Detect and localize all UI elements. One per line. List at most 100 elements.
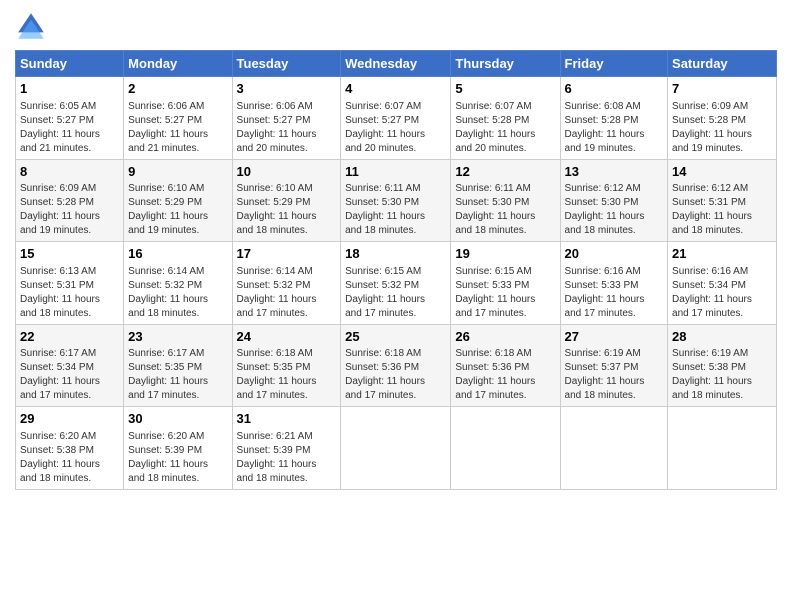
weekday-header: Friday xyxy=(560,51,668,77)
calendar-day-cell: 10Sunrise: 6:10 AM Sunset: 5:29 PM Dayli… xyxy=(232,159,341,242)
day-info: Sunrise: 6:17 AM Sunset: 5:35 PM Dayligh… xyxy=(128,347,227,403)
calendar-week-row: 15 Sunrise: 6:13 AM Sunset: 5:31 PM Dayli… xyxy=(16,242,777,325)
logo-icon xyxy=(15,10,47,42)
day-number: 3 xyxy=(237,80,337,98)
calendar-day-cell: 13Sunrise: 6:12 AM Sunset: 5:30 PM Dayli… xyxy=(560,159,668,242)
page: SundayMondayTuesdayWednesdayThursdayFrid… xyxy=(0,0,792,500)
calendar-day-cell: 17Sunrise: 6:14 AM Sunset: 5:32 PM Dayli… xyxy=(232,242,341,325)
day-info: Sunrise: 6:06 AM Sunset: 5:27 PM Dayligh… xyxy=(128,100,227,156)
day-info: Sunrise: 6:06 AM Sunset: 5:27 PM Dayligh… xyxy=(237,100,337,156)
calendar-day-cell: 9Sunrise: 6:10 AM Sunset: 5:29 PM Daylig… xyxy=(124,159,232,242)
day-info: Sunrise: 6:18 AM Sunset: 5:36 PM Dayligh… xyxy=(345,347,446,403)
calendar-day-cell xyxy=(451,407,560,490)
day-info: Sunrise: 6:07 AM Sunset: 5:28 PM Dayligh… xyxy=(455,100,555,156)
calendar-day-cell: 31 Sunrise: 6:21 AM Sunset: 5:39 PM Dayli… xyxy=(232,407,341,490)
header xyxy=(15,10,777,42)
calendar-day-cell: 6 Sunrise: 6:08 AM Sunset: 5:28 PM Daylig… xyxy=(560,77,668,160)
day-number: 1 xyxy=(20,80,119,98)
day-info: Sunrise: 6:15 AM Sunset: 5:32 PM Dayligh… xyxy=(345,265,446,321)
day-number: 10 xyxy=(237,163,337,181)
calendar-day-cell: 16Sunrise: 6:14 AM Sunset: 5:32 PM Dayli… xyxy=(124,242,232,325)
day-info: Sunrise: 6:08 AM Sunset: 5:28 PM Dayligh… xyxy=(565,100,664,156)
day-number: 2 xyxy=(128,80,227,98)
calendar-day-cell: 22Sunrise: 6:17 AM Sunset: 5:34 PM Dayli… xyxy=(16,324,124,407)
calendar-day-cell: 19 Sunrise: 6:15 AM Sunset: 5:33 PM Dayli… xyxy=(451,242,560,325)
calendar-day-cell: 14Sunrise: 6:12 AM Sunset: 5:31 PM Dayli… xyxy=(668,159,777,242)
day-number: 22 xyxy=(20,328,119,346)
weekday-header: Monday xyxy=(124,51,232,77)
day-number: 6 xyxy=(565,80,664,98)
day-info: Sunrise: 6:13 AM Sunset: 5:31 PM Dayligh… xyxy=(20,265,119,321)
day-info: Sunrise: 6:11 AM Sunset: 5:30 PM Dayligh… xyxy=(345,182,446,238)
calendar-day-cell: 11Sunrise: 6:11 AM Sunset: 5:30 PM Dayli… xyxy=(341,159,451,242)
calendar-day-cell: 7 Sunrise: 6:09 AM Sunset: 5:28 PM Daylig… xyxy=(668,77,777,160)
calendar-day-cell xyxy=(560,407,668,490)
day-info: Sunrise: 6:16 AM Sunset: 5:33 PM Dayligh… xyxy=(565,265,664,321)
day-info: Sunrise: 6:20 AM Sunset: 5:39 PM Dayligh… xyxy=(128,430,227,486)
calendar-day-cell: 24Sunrise: 6:18 AM Sunset: 5:35 PM Dayli… xyxy=(232,324,341,407)
calendar-week-row: 29 Sunrise: 6:20 AM Sunset: 5:38 PM Dayli… xyxy=(16,407,777,490)
calendar-day-cell: 5 Sunrise: 6:07 AM Sunset: 5:28 PM Daylig… xyxy=(451,77,560,160)
day-number: 11 xyxy=(345,163,446,181)
day-info: Sunrise: 6:05 AM Sunset: 5:27 PM Dayligh… xyxy=(20,100,119,156)
calendar-day-cell: 4Sunrise: 6:07 AM Sunset: 5:27 PM Daylig… xyxy=(341,77,451,160)
calendar-week-row: 8Sunrise: 6:09 AM Sunset: 5:28 PM Daylig… xyxy=(16,159,777,242)
day-number: 12 xyxy=(455,163,555,181)
day-number: 24 xyxy=(237,328,337,346)
calendar-header-row: SundayMondayTuesdayWednesdayThursdayFrid… xyxy=(16,51,777,77)
day-info: Sunrise: 6:21 AM Sunset: 5:39 PM Dayligh… xyxy=(237,430,337,486)
calendar-week-row: 22Sunrise: 6:17 AM Sunset: 5:34 PM Dayli… xyxy=(16,324,777,407)
day-info: Sunrise: 6:10 AM Sunset: 5:29 PM Dayligh… xyxy=(237,182,337,238)
day-number: 20 xyxy=(565,245,664,263)
day-info: Sunrise: 6:16 AM Sunset: 5:34 PM Dayligh… xyxy=(672,265,772,321)
day-number: 14 xyxy=(672,163,772,181)
calendar-day-cell: 15 Sunrise: 6:13 AM Sunset: 5:31 PM Dayli… xyxy=(16,242,124,325)
weekday-header: Thursday xyxy=(451,51,560,77)
day-info: Sunrise: 6:10 AM Sunset: 5:29 PM Dayligh… xyxy=(128,182,227,238)
day-number: 15 xyxy=(20,245,119,263)
calendar-day-cell: 18 Sunrise: 6:15 AM Sunset: 5:32 PM Dayli… xyxy=(341,242,451,325)
weekday-header: Wednesday xyxy=(341,51,451,77)
day-number: 18 xyxy=(345,245,446,263)
day-number: 5 xyxy=(455,80,555,98)
day-number: 7 xyxy=(672,80,772,98)
day-number: 26 xyxy=(455,328,555,346)
day-info: Sunrise: 6:09 AM Sunset: 5:28 PM Dayligh… xyxy=(672,100,772,156)
day-number: 29 xyxy=(20,410,119,428)
calendar-day-cell xyxy=(668,407,777,490)
calendar-day-cell: 30Sunrise: 6:20 AM Sunset: 5:39 PM Dayli… xyxy=(124,407,232,490)
calendar-day-cell: 29 Sunrise: 6:20 AM Sunset: 5:38 PM Dayli… xyxy=(16,407,124,490)
day-info: Sunrise: 6:19 AM Sunset: 5:38 PM Dayligh… xyxy=(672,347,772,403)
weekday-header: Sunday xyxy=(16,51,124,77)
day-info: Sunrise: 6:18 AM Sunset: 5:36 PM Dayligh… xyxy=(455,347,555,403)
day-info: Sunrise: 6:19 AM Sunset: 5:37 PM Dayligh… xyxy=(565,347,664,403)
day-info: Sunrise: 6:15 AM Sunset: 5:33 PM Dayligh… xyxy=(455,265,555,321)
calendar-day-cell: 8Sunrise: 6:09 AM Sunset: 5:28 PM Daylig… xyxy=(16,159,124,242)
calendar-day-cell: 26Sunrise: 6:18 AM Sunset: 5:36 PM Dayli… xyxy=(451,324,560,407)
day-info: Sunrise: 6:20 AM Sunset: 5:38 PM Dayligh… xyxy=(20,430,119,486)
calendar-day-cell: 3 Sunrise: 6:06 AM Sunset: 5:27 PM Daylig… xyxy=(232,77,341,160)
calendar-day-cell: 1 Sunrise: 6:05 AM Sunset: 5:27 PM Daylig… xyxy=(16,77,124,160)
day-info: Sunrise: 6:18 AM Sunset: 5:35 PM Dayligh… xyxy=(237,347,337,403)
calendar-week-row: 1 Sunrise: 6:05 AM Sunset: 5:27 PM Daylig… xyxy=(16,77,777,160)
weekday-header: Saturday xyxy=(668,51,777,77)
day-number: 8 xyxy=(20,163,119,181)
day-info: Sunrise: 6:11 AM Sunset: 5:30 PM Dayligh… xyxy=(455,182,555,238)
day-number: 23 xyxy=(128,328,227,346)
day-number: 31 xyxy=(237,410,337,428)
day-number: 4 xyxy=(345,80,446,98)
day-info: Sunrise: 6:14 AM Sunset: 5:32 PM Dayligh… xyxy=(237,265,337,321)
calendar-day-cell: 27Sunrise: 6:19 AM Sunset: 5:37 PM Dayli… xyxy=(560,324,668,407)
day-info: Sunrise: 6:12 AM Sunset: 5:31 PM Dayligh… xyxy=(672,182,772,238)
weekday-header: Tuesday xyxy=(232,51,341,77)
calendar-day-cell: 12Sunrise: 6:11 AM Sunset: 5:30 PM Dayli… xyxy=(451,159,560,242)
calendar-day-cell: 25Sunrise: 6:18 AM Sunset: 5:36 PM Dayli… xyxy=(341,324,451,407)
day-number: 25 xyxy=(345,328,446,346)
day-info: Sunrise: 6:12 AM Sunset: 5:30 PM Dayligh… xyxy=(565,182,664,238)
day-number: 19 xyxy=(455,245,555,263)
day-info: Sunrise: 6:09 AM Sunset: 5:28 PM Dayligh… xyxy=(20,182,119,238)
day-number: 28 xyxy=(672,328,772,346)
calendar-table: SundayMondayTuesdayWednesdayThursdayFrid… xyxy=(15,50,777,490)
day-number: 21 xyxy=(672,245,772,263)
calendar-day-cell: 23Sunrise: 6:17 AM Sunset: 5:35 PM Dayli… xyxy=(124,324,232,407)
